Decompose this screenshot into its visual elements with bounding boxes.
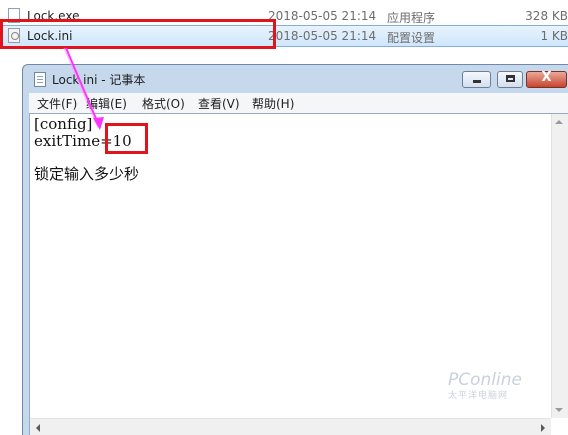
maximize-icon <box>506 75 515 82</box>
menu-format[interactable]: 格式(O) <box>142 95 185 112</box>
window-title: Lock.ini - 记事本 <box>52 73 146 87</box>
text-note: 锁定输入多少秒 <box>34 165 140 183</box>
horizontal-scrollbar[interactable] <box>30 418 551 435</box>
notepad-icon <box>34 72 46 87</box>
minimize-button[interactable] <box>462 71 491 88</box>
menu-file[interactable]: 文件(F) <box>37 95 77 112</box>
menu-edit[interactable]: 编辑(E) <box>86 95 127 112</box>
text-line-1: [config] <box>34 115 93 133</box>
menu-help[interactable]: 帮助(H) <box>252 95 294 112</box>
vertical-scrollbar[interactable] <box>551 114 568 418</box>
value-highlight-box <box>105 123 148 154</box>
file-date: 2018-05-05 21:14 <box>268 29 377 43</box>
file-date: 2018-05-05 21:14 <box>268 9 377 23</box>
menu-bar: 文件(F) 编辑(E) 格式(O) 查看(V) 帮助(H) <box>29 93 568 113</box>
title-bar[interactable]: Lock.ini - 记事本 X <box>23 65 568 93</box>
file-type: 配置设置 <box>387 31 436 45</box>
menu-view[interactable]: 查看(V) <box>198 95 240 112</box>
scroll-right-icon[interactable] <box>541 424 545 432</box>
file-highlight-box <box>0 19 276 49</box>
close-icon: X <box>541 70 552 85</box>
file-size: 1 KB <box>540 29 568 43</box>
scroll-left-icon[interactable] <box>36 424 40 432</box>
file-size: 328 KB <box>525 9 568 23</box>
minimize-icon <box>473 80 481 83</box>
maximize-button[interactable] <box>497 71 523 88</box>
scroll-down-icon[interactable] <box>555 408 563 412</box>
close-button[interactable]: X <box>526 70 567 88</box>
scroll-up-icon[interactable] <box>555 120 563 124</box>
pconline-watermark: PConline 太平洋电脑网 <box>448 370 522 401</box>
file-type: 应用程序 <box>387 11 436 25</box>
watermark-main: PConline <box>448 370 522 390</box>
